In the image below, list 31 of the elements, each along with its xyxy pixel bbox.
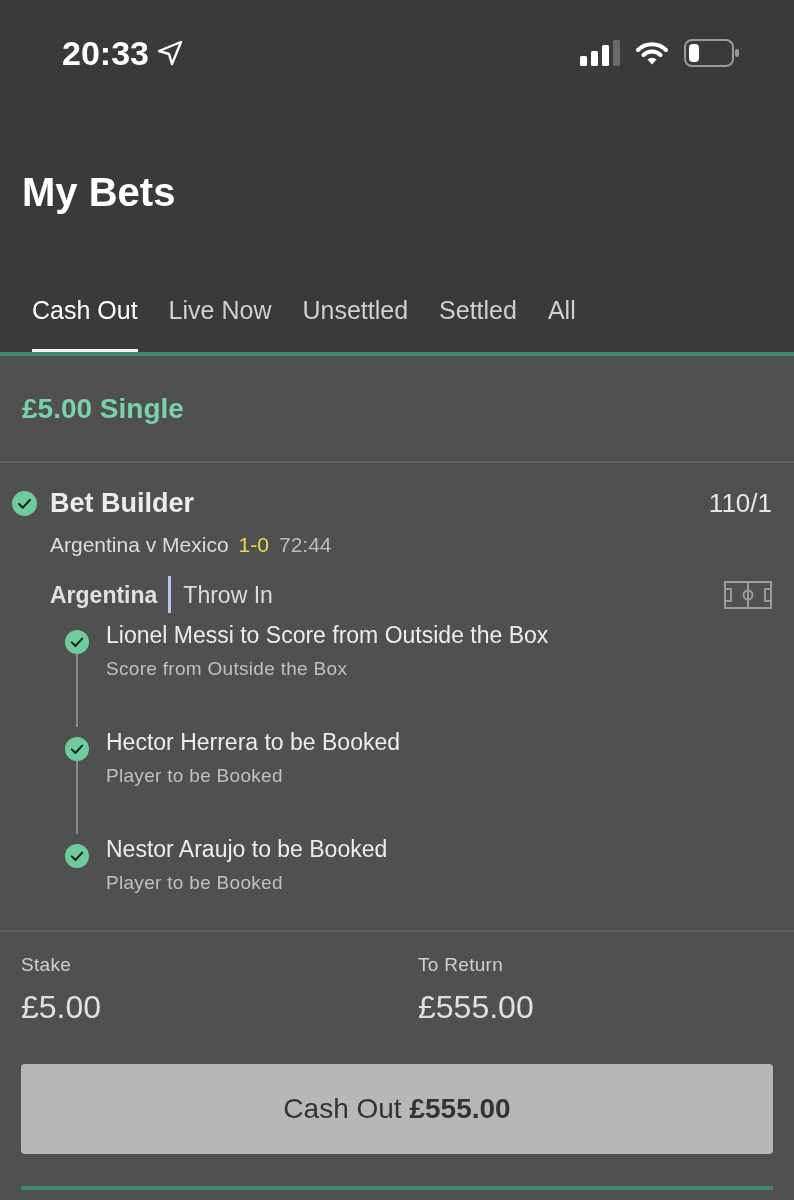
tab[interactable]: All bbox=[547, 295, 576, 352]
live-event-text: Throw In bbox=[183, 580, 273, 610]
team-color-bar bbox=[168, 576, 172, 613]
market-name: Player to be Booked bbox=[106, 871, 284, 895]
match-name: Argentina v Mexico bbox=[50, 532, 229, 558]
clock-time: 20:33 bbox=[62, 32, 149, 73]
bet-title: Bet Builder bbox=[50, 487, 195, 520]
pitch-icon[interactable] bbox=[724, 580, 772, 609]
tab[interactable]: Settled bbox=[439, 295, 517, 352]
selection-title: Nestor Araujo to be Booked bbox=[106, 835, 388, 864]
stake-label: Stake bbox=[21, 953, 73, 977]
cash-out-button[interactable]: Cash Out £555.00 bbox=[21, 1064, 773, 1154]
selection-title: Lionel Messi to Score from Outside the Box bbox=[106, 621, 549, 650]
location-arrow-icon bbox=[156, 39, 183, 66]
selection-title: Hector Herrera to be Booked bbox=[106, 728, 401, 757]
market-name: Player to be Booked bbox=[106, 764, 284, 788]
wifi-icon bbox=[636, 40, 668, 65]
bet-heading: £5.00 Single bbox=[22, 391, 184, 426]
battery-icon bbox=[684, 38, 740, 67]
score-text: 1-0 bbox=[238, 532, 269, 558]
return-label: To Return bbox=[418, 953, 505, 977]
page-title: My Bets bbox=[22, 169, 177, 216]
tab[interactable]: Live Now bbox=[168, 295, 272, 352]
stake-value: £5.00 bbox=[21, 988, 103, 1027]
team-name: Argentina bbox=[50, 580, 158, 610]
market-name: Score from Outside the Box bbox=[106, 657, 349, 681]
odds-text: 110/1 bbox=[708, 487, 772, 520]
return-value: £555.00 bbox=[418, 988, 535, 1027]
tab[interactable]: Unsettled bbox=[302, 295, 409, 352]
signal-icon bbox=[580, 39, 620, 66]
match-clock: 72:44 bbox=[278, 532, 332, 558]
